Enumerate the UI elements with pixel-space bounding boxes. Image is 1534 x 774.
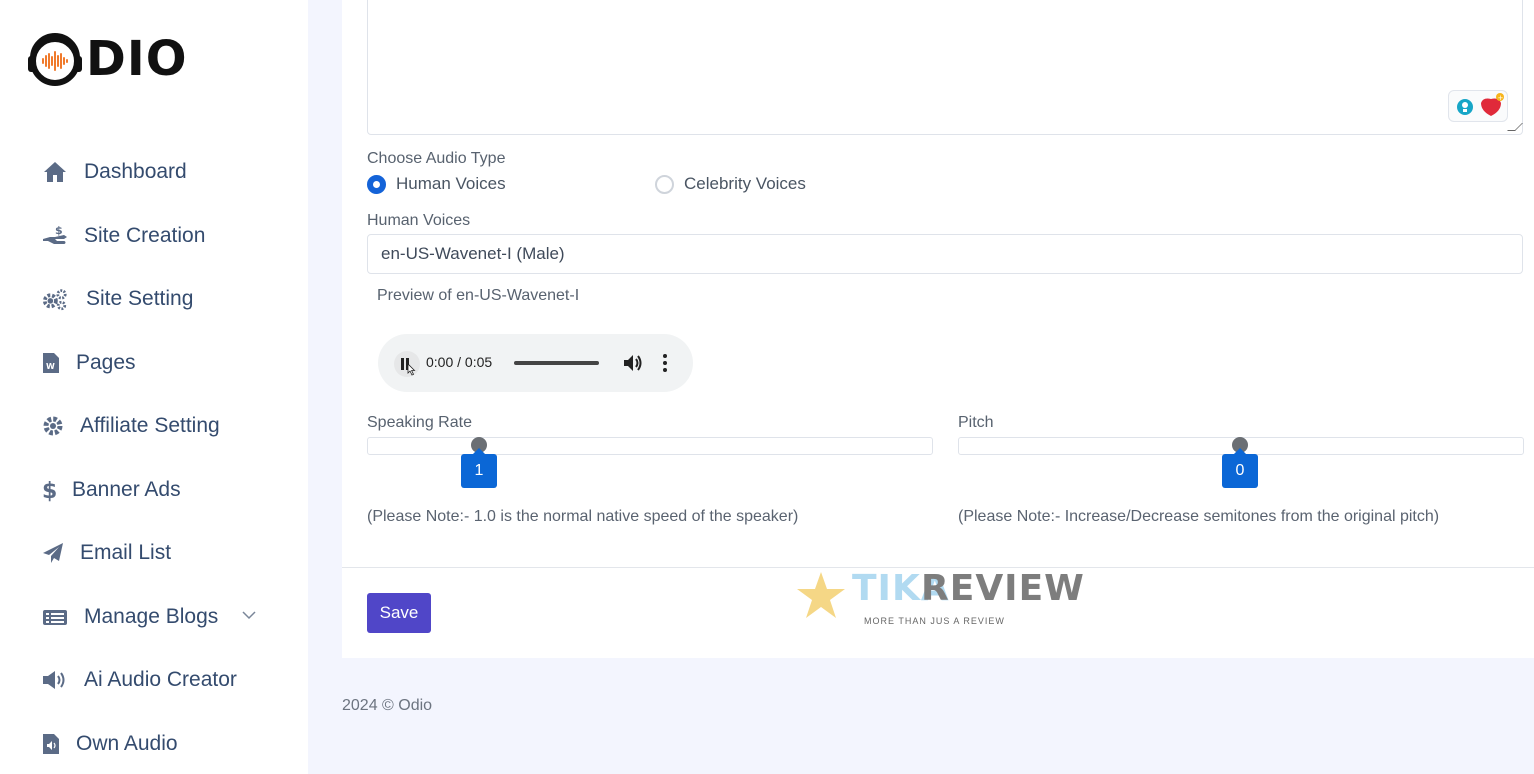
svg-text:$: $ xyxy=(55,224,63,237)
save-button[interactable]: Save xyxy=(367,593,431,633)
svg-text:W: W xyxy=(46,362,55,371)
sidebar-item-dashboard[interactable]: Dashboard xyxy=(42,155,187,189)
audio-type-label: Choose Audio Type xyxy=(367,150,506,167)
sidebar-item-ai-audio-creator[interactable]: Ai Audio Creator xyxy=(42,663,237,697)
speaking-rate-label: Speaking Rate xyxy=(367,414,472,431)
sidebar-item-label: Email List xyxy=(80,541,172,564)
watermark-tagline: MORE THAN JUS A REVIEW xyxy=(864,616,1005,626)
sidebar-item-manage-blogs[interactable]: Manage Blogs xyxy=(42,600,262,634)
radio-label: Celebrity Voices xyxy=(684,174,806,193)
sidebar-item-affiliate-setting[interactable]: Affiliate Setting xyxy=(42,409,220,443)
logo-text: DIO xyxy=(86,31,188,87)
home-icon xyxy=(42,159,68,185)
pitch-value: 0 xyxy=(1222,448,1258,488)
text-input-area[interactable]: + xyxy=(367,0,1523,135)
sidebar-item-site-setting[interactable]: Site Setting xyxy=(42,282,193,316)
radio-button-checked[interactable] xyxy=(367,174,386,194)
star-icon xyxy=(797,572,845,618)
hand-dollar-icon: $ xyxy=(42,223,68,249)
audio-progress-bar[interactable] xyxy=(514,361,599,365)
sidebar-item-label: Dashboard xyxy=(84,160,187,183)
paper-plane-icon xyxy=(42,540,64,566)
voice-select-label: Human Voices xyxy=(367,212,471,229)
sidebar-item-own-audio[interactable]: Own Audio xyxy=(42,727,178,761)
radio-human-voices[interactable]: Human Voices xyxy=(367,174,506,194)
word-file-icon: W xyxy=(42,350,60,376)
more-options-icon[interactable] xyxy=(656,351,674,375)
radio-celebrity-voices[interactable]: Celebrity Voices xyxy=(655,174,806,194)
sidebar-item-banner-ads[interactable]: $ Banner Ads xyxy=(42,473,181,507)
footer-copyright: 2024 © Odio xyxy=(342,697,433,714)
dollar-icon: $ xyxy=(42,477,56,503)
sidebar-item-label: Pages xyxy=(76,351,136,374)
sidebar-item-label: Manage Blogs xyxy=(84,605,219,628)
voice-select[interactable]: en-US-Wavenet-I (Male) xyxy=(367,234,1523,274)
headphones-waveform-icon xyxy=(26,30,84,88)
chevron-down-icon[interactable] xyxy=(242,607,256,623)
list-icon xyxy=(42,604,68,630)
radio-button-unchecked[interactable] xyxy=(655,174,674,194)
pause-button[interactable] xyxy=(394,351,420,377)
sidebar-item-label: Site Creation xyxy=(84,224,206,247)
pitch-note: (Please Note:- Increase/Decrease semiton… xyxy=(958,508,1440,525)
sidebar-item-label: Site Setting xyxy=(86,287,194,310)
audio-file-icon xyxy=(42,731,60,757)
sidebar-item-label: Affiliate Setting xyxy=(80,414,220,437)
radio-label: Human Voices xyxy=(396,174,506,193)
speaking-rate-slider[interactable] xyxy=(367,437,933,455)
speaking-rate-value: 1 xyxy=(461,448,497,488)
sidebar-item-label: Own Audio xyxy=(76,732,178,755)
svg-text:$: $ xyxy=(42,479,56,502)
extension-badges[interactable]: + xyxy=(1448,90,1508,122)
gears-icon xyxy=(42,286,68,312)
svg-text:+: + xyxy=(1498,94,1504,102)
watermark-word-2: REVIEW xyxy=(921,568,1085,609)
odio-logo[interactable]: DIO xyxy=(26,30,188,88)
sidebar-item-email-list[interactable]: Email List xyxy=(42,536,171,570)
audio-player: 0:00 / 0:05 xyxy=(378,334,693,392)
audio-time: 0:00 / 0:05 xyxy=(426,354,493,370)
resize-handle[interactable] xyxy=(1507,123,1523,131)
volume-icon[interactable] xyxy=(622,351,644,375)
sidebar-item-label: Ai Audio Creator xyxy=(84,668,237,691)
tika-review-watermark: TIKA REVIEW MORE THAN JUS A REVIEW xyxy=(796,568,1084,630)
gear-icon xyxy=(42,413,64,439)
speaking-rate-note: (Please Note:- 1.0 is the normal native … xyxy=(367,508,799,525)
sidebar: DIO Dashboard $ Site Creation Site Setti… xyxy=(0,0,308,774)
pitch-label: Pitch xyxy=(958,414,994,431)
preview-label: Preview of en-US-Wavenet-I xyxy=(377,287,580,304)
sidebar-item-label: Banner Ads xyxy=(72,478,181,501)
sidebar-item-pages[interactable]: W Pages xyxy=(42,346,136,380)
volume-icon xyxy=(42,667,68,693)
sidebar-item-site-creation[interactable]: $ Site Creation xyxy=(42,219,205,253)
